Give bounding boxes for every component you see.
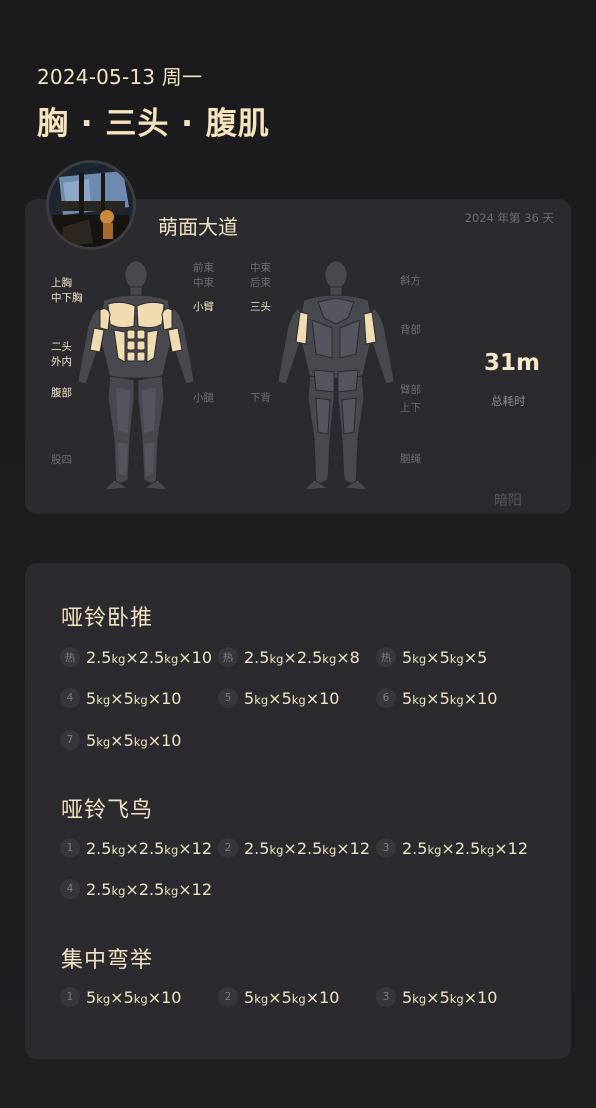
label-abs: 腹部 [51,387,72,399]
set-badge: 4 [60,688,80,708]
label-quads: 股四 [51,454,72,466]
label-hamstrings: 腘绳 [400,453,421,465]
set-badge: 热 [60,647,80,667]
set-badge: 5 [218,688,238,708]
label-lower-back: 下背 [250,392,271,404]
set-badge: 3 [376,838,396,858]
set-item[interactable]: 1 2.5kg×2.5kg×12 [60,837,212,859]
label-rear-delt: 后束 [250,277,271,289]
nickname: 萌面大道 [158,215,238,239]
label-obliques: 斜方 [400,275,421,287]
set-badge: 1 [60,838,80,858]
set-badge: 2 [218,987,238,1007]
set-item[interactable]: 5 5kg×5kg×10 [218,687,339,709]
label-glutes: 臂部 [400,384,421,396]
author-watermark: 暗阳 [494,493,522,509]
label-back: 背部 [400,324,421,336]
label-mid-delt-back: 中束 [250,262,271,274]
set-item[interactable]: 2 2.5kg×2.5kg×12 [218,837,370,859]
exercise-title: 哑铃飞鸟 [61,798,154,823]
label-upper-lower: 上下 [400,402,421,414]
set-item[interactable]: 3 2.5kg×2.5kg×12 [376,837,528,859]
back-body-diagram [277,260,395,491]
set-item[interactable]: 2 5kg×5kg×10 [218,986,339,1008]
avatar-photo [49,163,133,247]
day-count: 2024 年第 36 天 [464,211,554,225]
set-item[interactable]: 6 5kg×5kg×10 [376,687,497,709]
set-badge: 热 [218,647,238,667]
set-item[interactable]: 3 5kg×5kg×10 [376,986,497,1008]
exercise-title: 集中弯举 [61,948,154,973]
set-badge: 4 [60,879,80,899]
set-item[interactable]: 1 5kg×5kg×10 [60,986,181,1008]
set-item[interactable]: 4 2.5kg×2.5kg×12 [60,878,212,900]
set-badge: 3 [376,987,396,1007]
workout-title: 胸 · 三头 · 腹肌 [37,106,270,142]
set-item[interactable]: 热 2.5kg×2.5kg×10 [60,646,212,668]
front-body-diagram [77,260,195,491]
set-item[interactable]: 7 5kg×5kg×10 [60,729,181,751]
set-item[interactable]: 热 2.5kg×2.5kg×8 [218,646,360,668]
label-inner-outer: 外内 [51,356,72,368]
total-time-label: 总耗时 [491,394,526,408]
avatar[interactable] [49,163,133,247]
workout-date: 2024-05-13 周一 [37,65,203,89]
set-badge: 1 [60,987,80,1007]
set-item[interactable]: 4 5kg×5kg×10 [60,687,181,709]
label-triceps: 三头 [250,301,271,313]
exercise-title: 哑铃卧推 [61,606,154,631]
set-badge: 6 [376,688,396,708]
total-time: 31m [484,350,540,376]
set-badge: 7 [60,730,80,750]
set-badge: 2 [218,838,238,858]
label-upper-chest: 上胸 [51,277,72,289]
set-badge: 热 [376,647,396,667]
label-biceps: 二头 [51,341,72,353]
set-item[interactable]: 热 5kg×5kg×5 [376,646,487,668]
